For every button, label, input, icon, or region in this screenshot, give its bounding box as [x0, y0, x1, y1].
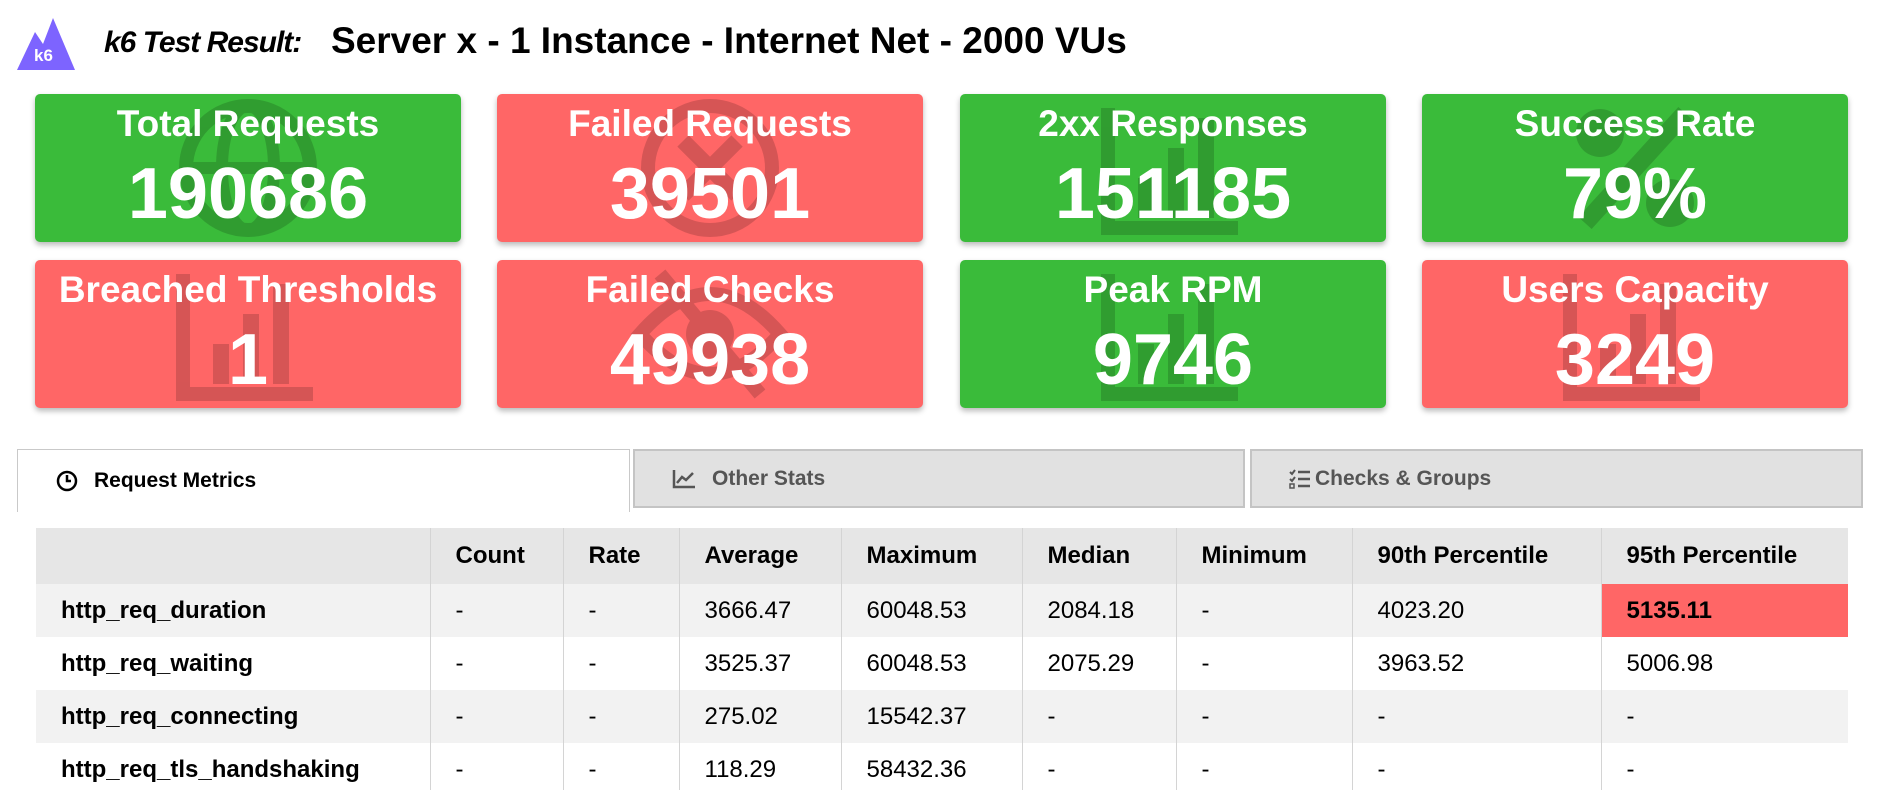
checklist-icon — [1289, 468, 1310, 489]
table-cell: - — [1175, 690, 1352, 743]
stat-peak-rpm: Peak RPM 9746 — [960, 260, 1386, 408]
report-label: k6 Test Result: — [104, 26, 302, 59]
column-header: Rate — [562, 528, 679, 584]
table-cell: - — [562, 584, 679, 637]
table-cell: - — [429, 690, 563, 743]
table-cell: - — [1021, 743, 1176, 790]
threshold-breached-cell: 5135.11 — [1600, 584, 1848, 637]
table-cell: - — [1351, 690, 1601, 743]
stat-label: 2xx Responses — [1038, 103, 1308, 144]
table-cell: - — [1600, 690, 1848, 743]
stat-value: 39501 — [609, 154, 811, 234]
stat-label: Failed Requests — [568, 103, 852, 144]
table-cell: - — [1021, 690, 1176, 743]
table-cell: 3666.47 — [678, 584, 841, 637]
stat-value: 3249 — [1554, 320, 1716, 400]
metric-name: http_req_duration — [36, 584, 430, 637]
column-header — [36, 528, 430, 584]
stat-value: 79% — [1562, 154, 1708, 234]
tab-checks-groups[interactable]: Checks & Groups — [1250, 449, 1863, 508]
stat-value: 190686 — [127, 154, 369, 234]
table-cell: - — [429, 637, 563, 690]
stat-breached-thresholds: Breached Thresholds 1 — [35, 260, 461, 408]
table-row: http_req_tls_handshaking - - 118.29 5843… — [36, 743, 1848, 790]
table-row: http_req_duration - - 3666.47 60048.53 2… — [36, 584, 1848, 637]
stat-users-capacity: Users Capacity 3249 — [1422, 260, 1848, 408]
stat-total-requests: Total Requests 190686 — [35, 94, 461, 242]
request-metrics-table: Count Rate Average Maximum Median Minimu… — [36, 528, 1848, 790]
stat-value: 49938 — [609, 320, 811, 400]
table-cell: - — [1175, 743, 1352, 790]
logo-text: k6 — [34, 46, 53, 65]
stat-label: Users Capacity — [1501, 269, 1769, 310]
stat-label: Failed Checks — [585, 269, 835, 310]
k6-logo: k6 — [17, 18, 75, 70]
table-cell: - — [1175, 637, 1352, 690]
report-header: k6 k6 Test Result: Server x - 1 Instance… — [0, 0, 1888, 86]
clock-icon — [56, 470, 78, 492]
metric-name: http_req_waiting — [36, 637, 430, 690]
table-cell: 3525.37 — [678, 637, 841, 690]
stat-failed-checks: Failed Checks 49938 — [497, 260, 923, 408]
column-header: Count — [429, 528, 563, 584]
column-header: Median — [1021, 528, 1176, 584]
table-cell: - — [562, 690, 679, 743]
stat-label: Breached Thresholds — [58, 269, 438, 310]
table-cell: 60048.53 — [840, 584, 1022, 637]
column-header: 95th Percentile — [1600, 528, 1848, 584]
table-cell: - — [1175, 584, 1352, 637]
tab-label: Checks & Groups — [1315, 466, 1492, 490]
table-header-row: Count Rate Average Maximum Median Minimu… — [36, 528, 1848, 584]
table-cell: - — [429, 743, 563, 790]
table-cell: 275.02 — [678, 690, 841, 743]
stat-label: Success Rate — [1514, 103, 1756, 144]
table-cell: 2084.18 — [1021, 584, 1176, 637]
table-row: http_req_connecting - - 275.02 15542.37 … — [36, 690, 1848, 743]
table-cell: 60048.53 — [840, 637, 1022, 690]
tab-label: Other Stats — [712, 466, 826, 490]
metric-name: http_req_tls_handshaking — [36, 743, 430, 790]
table-cell: - — [562, 743, 679, 790]
page-title: Server x - 1 Instance - Internet Net - 2… — [331, 20, 1127, 61]
table-cell: 2075.29 — [1021, 637, 1176, 690]
column-header: Average — [678, 528, 841, 584]
column-header: Maximum — [840, 528, 1022, 584]
stat-value: 151185 — [1054, 154, 1292, 234]
tab-label: Request Metrics — [94, 469, 257, 492]
table-row: http_req_waiting - - 3525.37 60048.53 20… — [36, 637, 1848, 690]
table-cell: - — [429, 584, 563, 637]
metric-name: http_req_connecting — [36, 690, 430, 743]
table-cell: - — [1600, 743, 1848, 790]
column-header: Minimum — [1175, 528, 1352, 584]
tab-other-stats[interactable]: Other Stats — [633, 449, 1245, 508]
stat-value: 1 — [227, 320, 269, 400]
table-cell: 3963.52 — [1351, 637, 1601, 690]
column-header: 90th Percentile — [1351, 528, 1601, 584]
stat-value: 9746 — [1092, 320, 1254, 400]
stat-label: Peak RPM — [1083, 269, 1263, 310]
stat-success-rate: Success Rate 79% — [1422, 94, 1848, 242]
table-cell: 15542.37 — [840, 690, 1022, 743]
stat-2xx-responses: 2xx Responses 151185 — [960, 94, 1386, 242]
table-cell: - — [562, 637, 679, 690]
stat-label: Total Requests — [116, 103, 380, 144]
table-cell: 118.29 — [678, 743, 841, 790]
table-cell: 58432.36 — [840, 743, 1022, 790]
stat-failed-requests: Failed Requests 39501 — [497, 94, 923, 242]
table-cell: - — [1351, 743, 1601, 790]
line-chart-icon — [672, 469, 695, 488]
table-cell: 5006.98 — [1600, 637, 1848, 690]
table-cell: 4023.20 — [1351, 584, 1601, 637]
tab-request-metrics[interactable]: Request Metrics — [17, 449, 630, 512]
